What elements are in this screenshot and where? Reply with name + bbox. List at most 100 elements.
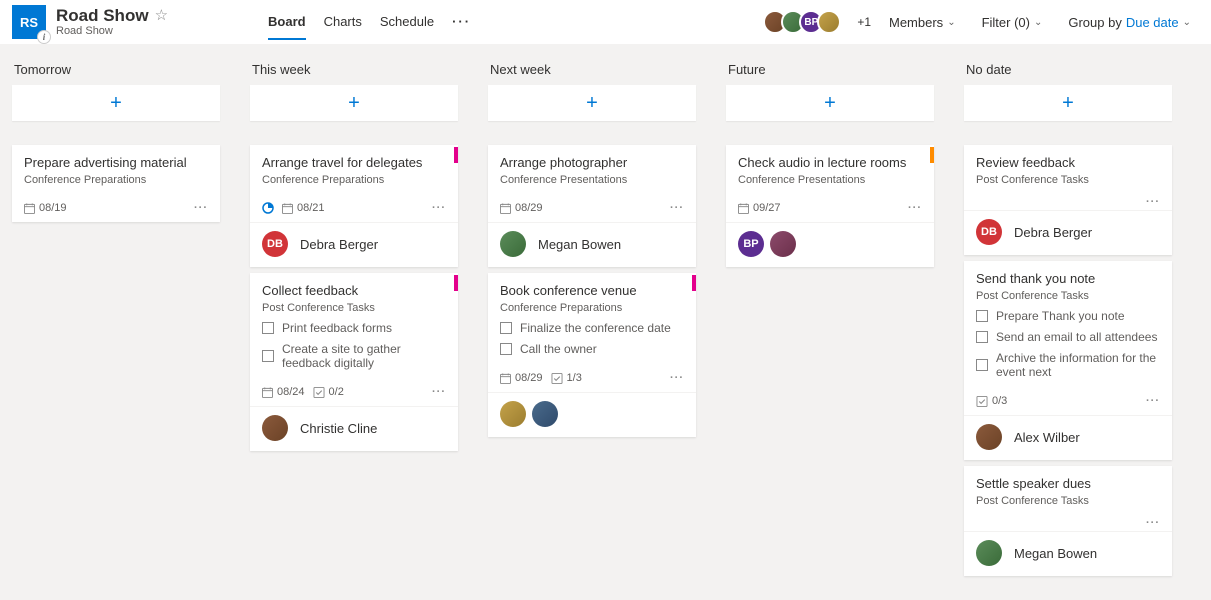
card-body: Send thank you notePost Conference Tasks… <box>964 261 1172 387</box>
task-bucket: Conference Presentations <box>738 174 922 186</box>
task-card[interactable]: Send thank you notePost Conference Tasks… <box>964 261 1172 460</box>
avatar[interactable] <box>976 424 1002 450</box>
checkbox-icon <box>976 331 988 343</box>
board: Tomorrow+Prepare advertising materialCon… <box>0 44 1211 600</box>
card-more-icon[interactable]: ··· <box>194 202 208 214</box>
chevron-down-icon: ⌄ <box>1183 17 1191 28</box>
assignee-row: DBDebra Berger <box>250 222 458 267</box>
card-more-icon[interactable]: ··· <box>670 372 684 384</box>
calendar-icon <box>738 203 749 214</box>
member-avatars[interactable]: BP <box>769 10 841 34</box>
task-card[interactable]: Review feedbackPost Conference Tasks···D… <box>964 145 1172 255</box>
avatar[interactable]: BP <box>738 231 764 257</box>
task-card[interactable]: Arrange travel for delegatesConference P… <box>250 145 458 267</box>
assignee-row: Megan Bowen <box>488 222 696 267</box>
card-body: Book conference venueConference Preparat… <box>488 273 696 364</box>
task-bucket: Post Conference Tasks <box>262 302 446 314</box>
checklist-item[interactable]: Prepare Thank you note <box>976 309 1160 323</box>
checklist-count: 0/2 <box>313 386 344 398</box>
task-card[interactable]: Prepare advertising materialConference P… <box>12 145 220 222</box>
checklist-icon <box>976 396 988 407</box>
card-more-icon[interactable]: ··· <box>432 202 446 214</box>
task-bucket: Conference Preparations <box>500 302 684 314</box>
add-task-button[interactable]: + <box>488 85 696 121</box>
task-card[interactable]: Check audio in lecture rooms Conference P… <box>726 145 934 267</box>
card-more-icon[interactable]: ··· <box>1146 395 1160 407</box>
avatar[interactable]: DB <box>262 231 288 257</box>
add-task-button[interactable]: + <box>12 85 220 121</box>
chevron-down-icon: ⌄ <box>1034 17 1042 28</box>
task-card[interactable]: Arrange photographerConference Presentat… <box>488 145 696 267</box>
tab-charts[interactable]: Charts <box>324 4 362 40</box>
checklist-item[interactable]: Call the owner <box>500 342 684 356</box>
avatar[interactable] <box>500 231 526 257</box>
checklist-icon <box>551 373 563 384</box>
plan-badge-text: RS <box>20 15 38 30</box>
assignee-name: Megan Bowen <box>538 237 621 252</box>
checklist-item[interactable]: Finalize the conference date <box>500 321 684 335</box>
task-title: Review feedback <box>976 155 1160 170</box>
checklist-item[interactable]: Print feedback forms <box>262 321 446 335</box>
checkbox-icon <box>500 322 512 334</box>
checklist-item[interactable]: Create a site to gather feedback digital… <box>262 342 446 370</box>
filter-dropdown[interactable]: Filter (0) ⌄ <box>974 15 1051 30</box>
avatar[interactable] <box>262 415 288 441</box>
assignee-name: Christie Cline <box>300 421 377 436</box>
card-meta: 08/24 0/2 ··· <box>250 378 458 406</box>
tab-schedule[interactable]: Schedule <box>380 4 434 40</box>
card-meta: 09/27 ··· <box>726 194 934 222</box>
task-title: Send thank you note <box>976 271 1160 286</box>
card-meta: ··· <box>964 515 1172 531</box>
info-icon[interactable]: i <box>37 30 51 44</box>
progress-icon <box>262 202 274 214</box>
tab-board[interactable]: Board <box>268 4 306 40</box>
avatar[interactable] <box>500 401 526 427</box>
board-column: Tomorrow+Prepare advertising materialCon… <box>12 62 220 228</box>
task-title: Collect feedback <box>262 283 446 298</box>
card-body: Collect feedback Post Conference Tasks Pri… <box>250 273 458 378</box>
card-body: Arrange photographerConference Presentat… <box>488 145 696 194</box>
avatar[interactable] <box>532 401 558 427</box>
assignee-name: Debra Berger <box>1014 225 1092 240</box>
checklist-item[interactable]: Archive the information for the event ne… <box>976 351 1160 379</box>
task-card[interactable]: Collect feedback Post Conference Tasks Pri… <box>250 273 458 451</box>
calendar-icon <box>500 373 511 384</box>
assignee-row: BP <box>726 222 934 267</box>
task-title: Check audio in lecture rooms <box>738 155 922 170</box>
assignee-row: Alex Wilber <box>964 415 1172 460</box>
avatar[interactable] <box>770 231 796 257</box>
add-task-button[interactable]: + <box>964 85 1172 121</box>
checkbox-icon <box>976 359 988 371</box>
card-more-icon[interactable]: ··· <box>908 202 922 214</box>
avatar[interactable]: DB <box>976 219 1002 245</box>
task-card[interactable]: Book conference venueConference Preparat… <box>488 273 696 437</box>
due-date: 08/29 <box>500 202 543 214</box>
title-block: Road Show ☆ Road Show <box>56 7 168 38</box>
extra-member-count[interactable]: +1 <box>857 15 871 29</box>
task-card[interactable]: Settle speaker duesPost Conference Tasks… <box>964 466 1172 576</box>
checklist-item[interactable]: Send an email to all attendees <box>976 330 1160 344</box>
plan-title: Road Show <box>56 7 149 26</box>
members-dropdown[interactable]: Members ⌄ <box>881 15 964 30</box>
card-body: Prepare advertising materialConference P… <box>12 145 220 194</box>
add-task-button[interactable]: + <box>726 85 934 121</box>
card-more-icon[interactable]: ··· <box>432 386 446 398</box>
checkbox-icon <box>500 343 512 355</box>
card-more-icon[interactable]: ··· <box>670 202 684 214</box>
due-date: 08/24 <box>262 386 305 398</box>
plan-subtitle: Road Show <box>56 25 168 37</box>
task-bucket: Post Conference Tasks <box>976 495 1160 507</box>
add-task-button[interactable]: + <box>250 85 458 121</box>
card-meta: 08/19··· <box>12 194 220 222</box>
avatar[interactable] <box>976 540 1002 566</box>
group-by-dropdown[interactable]: Group by Due date ⌄ <box>1060 15 1199 30</box>
board-column: Next week+Arrange photographerConference… <box>488 62 696 443</box>
tab-more[interactable]: ··· <box>452 4 471 40</box>
card-meta: 08/291/3··· <box>488 364 696 392</box>
star-icon[interactable]: ☆ <box>155 8 168 25</box>
category-tag <box>454 275 458 291</box>
card-more-icon[interactable]: ··· <box>1146 196 1160 208</box>
card-more-icon[interactable]: ··· <box>1146 517 1160 529</box>
due-date: 09/27 <box>738 202 781 214</box>
card-meta: ··· <box>964 194 1172 210</box>
